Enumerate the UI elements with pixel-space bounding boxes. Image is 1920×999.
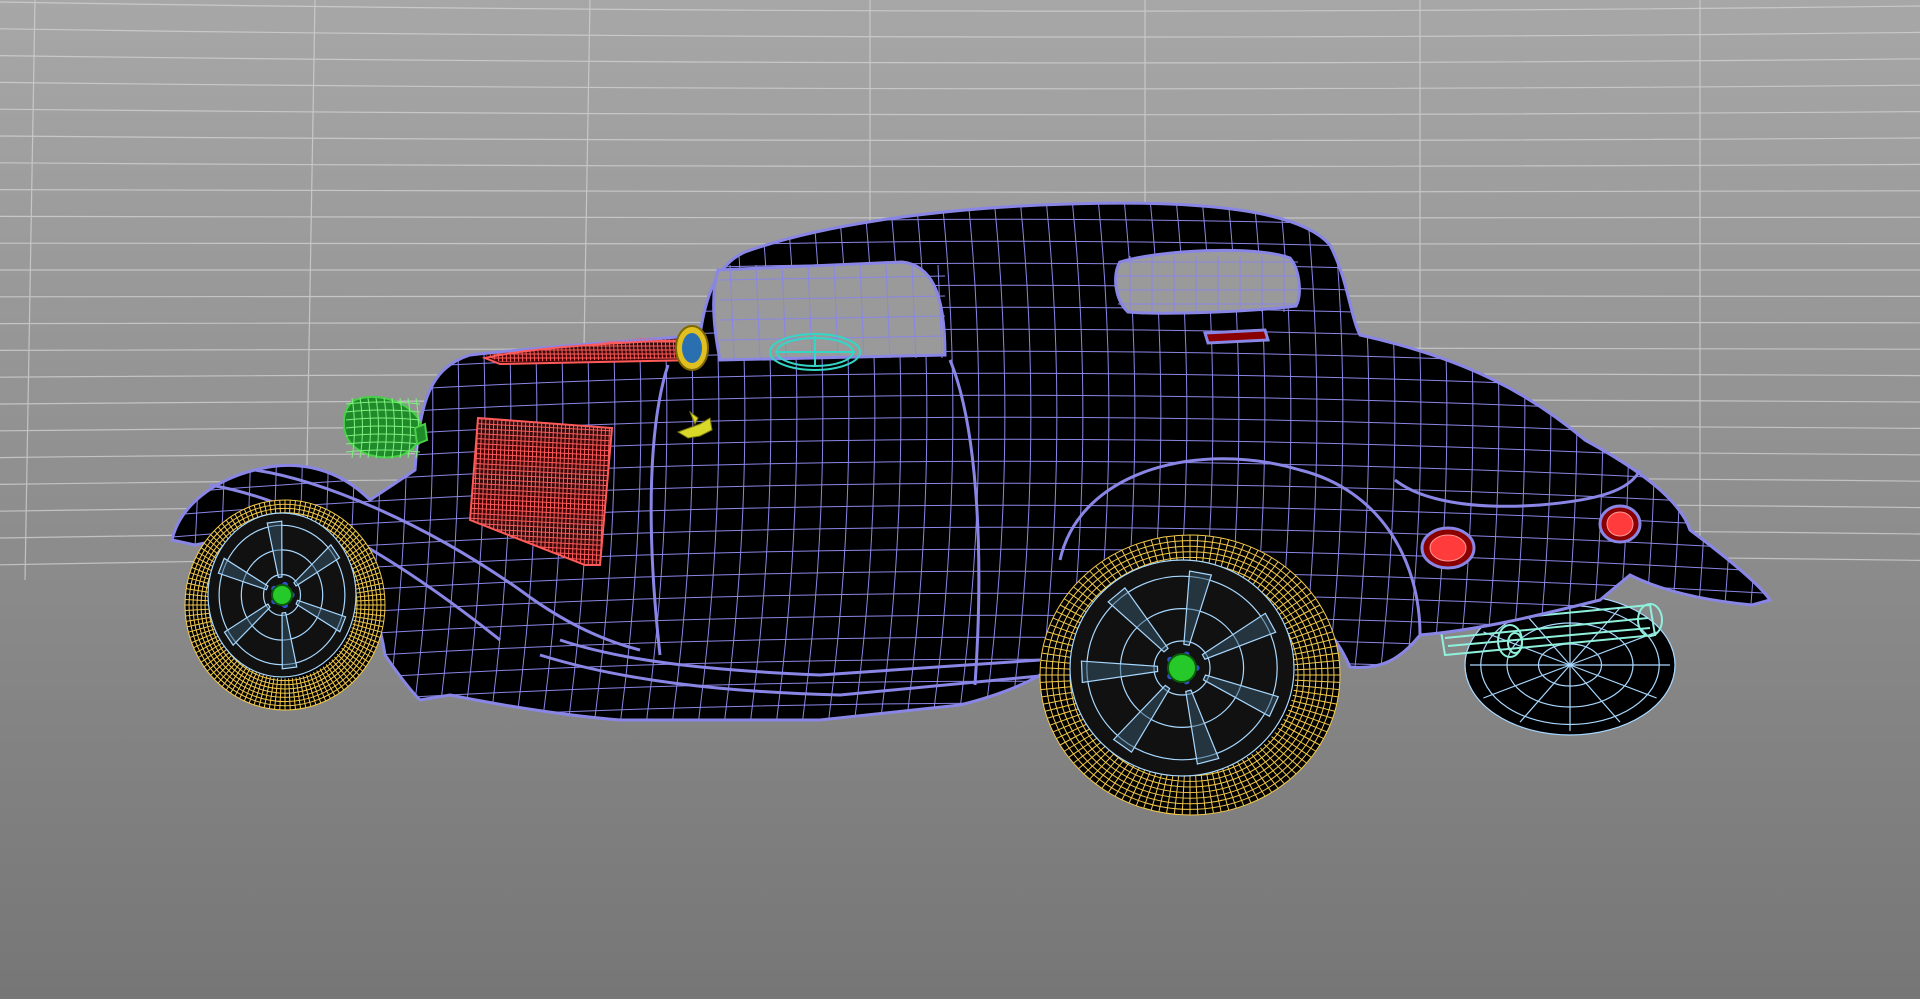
side-mirror (675, 325, 709, 371)
viewport-scene (0, 0, 1920, 999)
3d-viewport[interactable] (0, 0, 1920, 999)
windshield-window (712, 260, 947, 362)
front-wheel (184, 499, 386, 711)
rear-side-window (1114, 248, 1301, 315)
tail-light-left (1420, 526, 1476, 570)
rear-wheel (1039, 534, 1341, 816)
tail-light-right (1598, 504, 1642, 544)
steering-wheel (769, 333, 861, 371)
third-brake-light (1203, 328, 1270, 345)
